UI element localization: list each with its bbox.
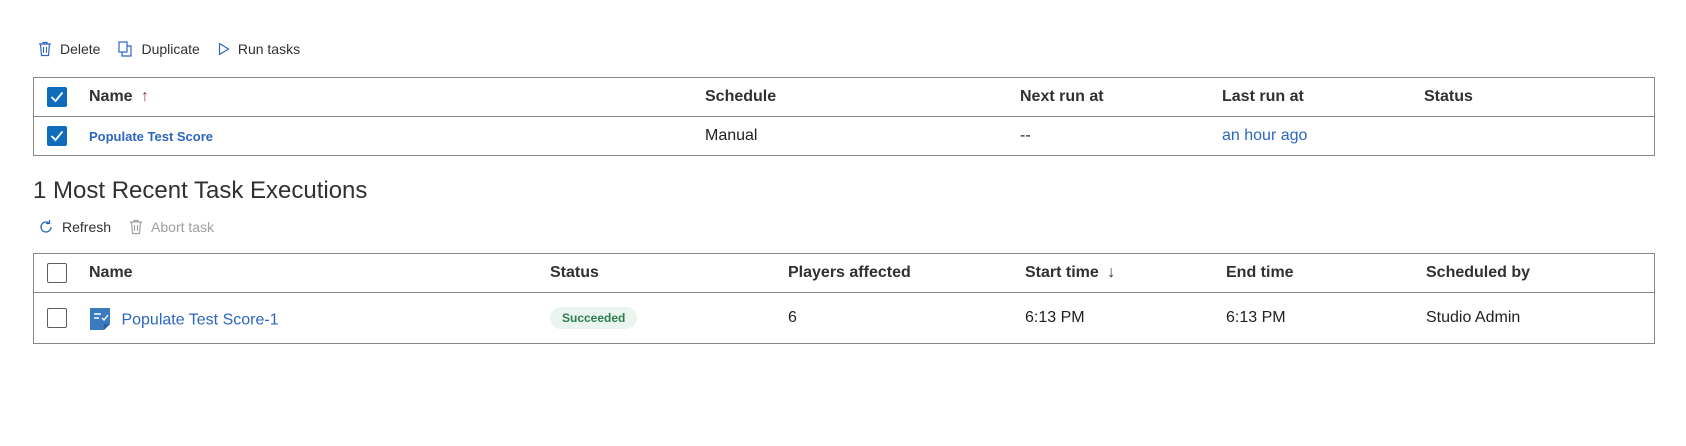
abort-task-button[interactable]: Abort task <box>129 219 214 235</box>
start-time-column-header[interactable]: Start time ↓ <box>1025 264 1115 282</box>
last-run-column-header[interactable]: Last run at <box>1222 88 1304 106</box>
checkmark-icon <box>50 91 64 103</box>
execution-status-cell: Succeeded <box>550 307 638 329</box>
tasks-header-row: Name ↑ Schedule Next run at Last run at … <box>34 78 1654 116</box>
play-icon <box>218 42 230 56</box>
task-schedule: Manual <box>705 127 758 144</box>
players-column-header[interactable]: Players affected <box>788 264 911 282</box>
execution-name-cell: Populate Test Score-1 <box>89 306 279 335</box>
delete-button[interactable]: Delete <box>38 41 100 57</box>
end-time-column-header[interactable]: End time <box>1226 264 1294 282</box>
sort-descending-icon: ↓ <box>1107 264 1116 281</box>
tasks-table: Name ↑ Schedule Next run at Last run at … <box>33 77 1655 156</box>
execution-name-link[interactable]: Populate Test Score-1 <box>121 312 278 329</box>
scheduled-by-column-header[interactable]: Scheduled by <box>1426 264 1530 282</box>
refresh-icon <box>38 219 54 235</box>
schedule-column-header[interactable]: Schedule <box>705 88 776 106</box>
executions-table: Name Status Players affected Start time … <box>33 253 1655 344</box>
status-column-header[interactable]: Status <box>1424 88 1473 106</box>
trash-icon <box>129 219 143 235</box>
trash-icon <box>38 41 52 57</box>
status-column-header[interactable]: Status <box>550 264 599 282</box>
task-next-run: -- <box>1020 127 1031 144</box>
row-checkbox[interactable] <box>47 126 67 146</box>
status-badge: Succeeded <box>550 307 638 329</box>
run-tasks-label: Run tasks <box>237 41 301 57</box>
executions-header-row: Name Status Players affected Start time … <box>34 254 1654 292</box>
scheduled-by: Studio Admin <box>1426 309 1521 326</box>
next-run-column-header[interactable]: Next run at <box>1020 88 1104 106</box>
select-all-checkbox[interactable] <box>47 263 67 283</box>
task-last-run-link[interactable]: an hour ago <box>1222 127 1307 145</box>
task-name-link[interactable]: Populate Test Score <box>89 129 213 144</box>
name-header-label: Name <box>89 88 133 105</box>
copy-icon <box>118 41 133 57</box>
abort-task-label: Abort task <box>151 219 215 235</box>
task-execution-icon <box>89 306 111 335</box>
duplicate-button[interactable]: Duplicate <box>118 41 200 57</box>
start-time-header-label: Start time <box>1025 264 1099 281</box>
row-checkbox[interactable] <box>47 308 67 328</box>
select-all-checkbox[interactable] <box>47 87 67 107</box>
name-column-header[interactable]: Name <box>89 264 133 282</box>
name-column-header[interactable]: Name ↑ <box>89 88 149 106</box>
table-row[interactable]: Populate Test Score Manual -- an hour ag… <box>34 116 1654 155</box>
executions-toolbar: Refresh Abort task <box>38 219 232 235</box>
executions-section-title: 1 Most Recent Task Executions <box>33 177 368 204</box>
start-time: 6:13 PM <box>1025 309 1085 326</box>
run-tasks-button[interactable]: Run tasks <box>218 41 300 57</box>
task-toolbar: Delete Duplicate Run tasks <box>38 41 318 57</box>
checkmark-icon <box>50 130 64 142</box>
duplicate-label: Duplicate <box>141 41 200 57</box>
end-time: 6:13 PM <box>1226 309 1286 326</box>
sort-ascending-icon: ↑ <box>141 88 150 105</box>
refresh-button[interactable]: Refresh <box>38 219 111 235</box>
players-affected: 6 <box>788 309 797 326</box>
delete-label: Delete <box>60 41 101 57</box>
refresh-label: Refresh <box>62 219 112 235</box>
table-row[interactable]: Populate Test Score-1 Succeeded 6 6:13 P… <box>34 292 1654 343</box>
